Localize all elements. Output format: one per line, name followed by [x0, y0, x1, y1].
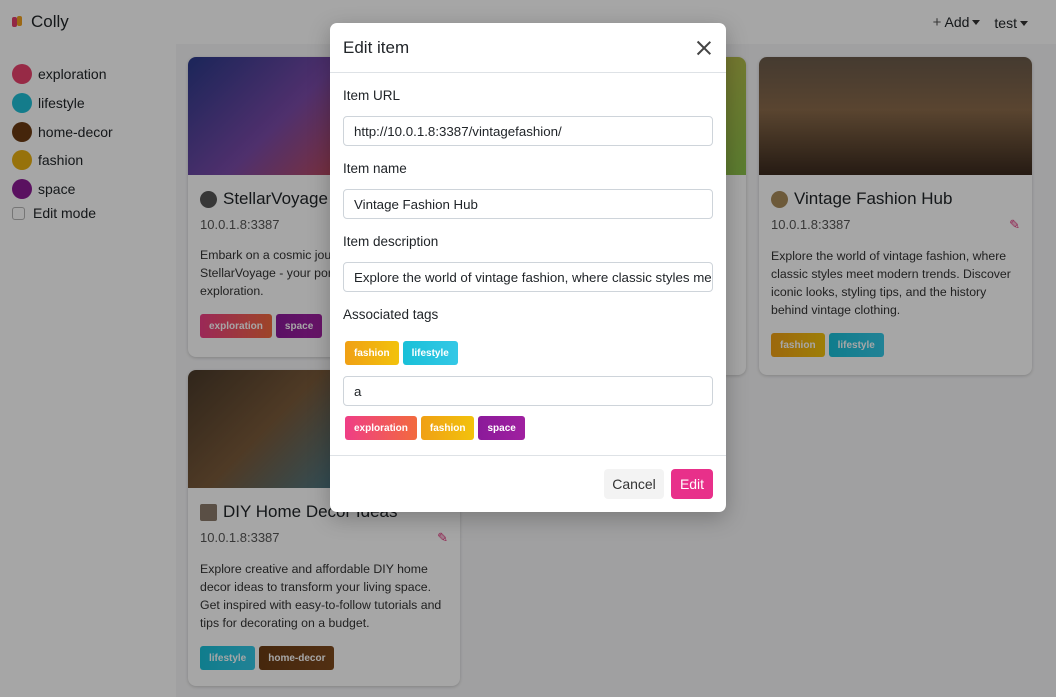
item-url-label: Item URL — [343, 88, 401, 103]
item-name-label: Item name — [343, 161, 407, 176]
item-description-label: Item description — [343, 234, 439, 249]
suggested-tag[interactable]: space — [478, 416, 525, 440]
item-description-input[interactable]: Explore the world of vintage fashion, wh… — [343, 262, 713, 292]
edit-item-dialog: Edit item Item URL http://10.0.1.8:3387/… — [330, 23, 726, 512]
selected-tag[interactable]: lifestyle — [402, 341, 458, 365]
item-name-input[interactable]: Vintage Fashion Hub — [343, 189, 713, 219]
tag-search-input[interactable]: a — [343, 376, 713, 406]
cancel-button[interactable]: Cancel — [604, 469, 664, 499]
suggested-tag[interactable]: exploration — [345, 416, 417, 440]
selected-tags: fashion lifestyle — [343, 341, 713, 365]
close-icon[interactable] — [695, 39, 713, 57]
tag-suggestions: exploration fashion space — [343, 416, 713, 440]
item-url-input[interactable]: http://10.0.1.8:3387/vintagefashion/ — [343, 116, 713, 146]
selected-tag[interactable]: fashion — [345, 341, 399, 365]
suggested-tag[interactable]: fashion — [420, 416, 475, 440]
associated-tags-label: Associated tags — [343, 307, 439, 322]
dialog-title: Edit item — [343, 37, 410, 57]
edit-button[interactable]: Edit — [671, 469, 713, 499]
